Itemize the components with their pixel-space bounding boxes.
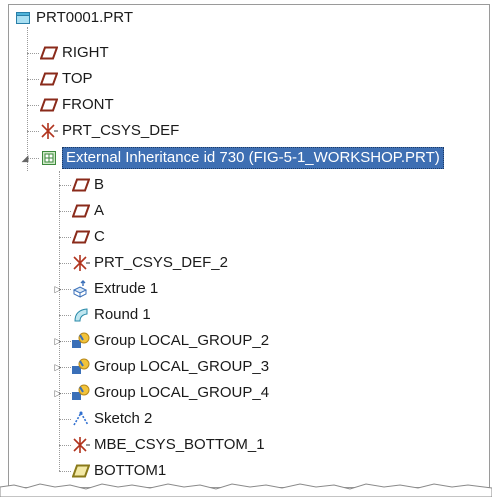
collapse-toggle[interactable]: ◢ [20, 153, 30, 163]
round-icon [71, 305, 91, 325]
tree-connector [59, 211, 71, 212]
datum-plane-icon [39, 69, 59, 89]
datum-plane-icon [71, 201, 91, 221]
tree-item-label: Extrude 1 [94, 280, 159, 297]
coordinate-system-icon [71, 253, 91, 273]
tree-item-prt-csys-def-2[interactable]: PRT_CSYS_DEF_2 [71, 250, 228, 276]
tree-connector [59, 237, 71, 238]
tree-item-group-local-group-2[interactable]: Group LOCAL_GROUP_2 [71, 328, 269, 354]
tree-item-label: A [94, 202, 105, 219]
model-tree: PRT0001.PRT RIGHT TOP FRONT PRT_CSYS_DEF… [8, 4, 490, 488]
expand-toggle[interactable]: ▷ [53, 284, 63, 294]
tree-item-label: Group LOCAL_GROUP_3 [94, 358, 270, 375]
datum-plane-icon [71, 461, 91, 481]
tree-item-group-local-group-4[interactable]: Group LOCAL_GROUP_4 [71, 380, 269, 406]
tree-item-label: PRT_CSYS_DEF_2 [94, 254, 228, 271]
tree-item-label: Group LOCAL_GROUP_2 [94, 332, 270, 349]
group-icon [71, 383, 91, 403]
tree-item-label: TOP [62, 70, 93, 87]
tree-item-label: Round 1 [94, 306, 151, 323]
tree-item-label: C [94, 228, 105, 245]
tree-item-b[interactable]: B [71, 172, 104, 198]
tree-item-label: External Inheritance id 730 (FIG-5-1_WOR… [62, 147, 444, 169]
expand-toggle[interactable]: ▷ [53, 362, 63, 372]
datum-plane-icon [71, 227, 91, 247]
tree-item-label: PRT_CSYS_DEF [62, 122, 180, 139]
tree-item-c[interactable]: C [71, 224, 105, 250]
tree-item-label: Sketch 2 [94, 410, 153, 427]
tree-item-prt-csys-def[interactable]: PRT_CSYS_DEF [39, 118, 179, 144]
tree-item-round-1[interactable]: Round 1 [71, 302, 151, 328]
tree-item-label: BOTTOM1 [94, 462, 167, 479]
part-icon [13, 8, 33, 28]
tree-item-label: B [94, 176, 105, 193]
expand-toggle[interactable]: ▷ [53, 336, 63, 346]
tree-item-label: Group LOCAL_GROUP_4 [94, 384, 270, 401]
tree-connector [59, 171, 60, 471]
tree-item-right[interactable]: RIGHT [39, 40, 109, 66]
tree-item-label: FRONT [62, 96, 114, 113]
tree-connector [27, 27, 28, 171]
tree-connector [59, 471, 71, 472]
tree-item-sketch-2[interactable]: Sketch 2 [71, 406, 152, 432]
tree-connector [59, 419, 71, 420]
tree-item-front[interactable]: FRONT [39, 92, 114, 118]
tree-item-a[interactable]: A [71, 198, 104, 224]
tree-item-label: PRT0001.PRT [36, 9, 133, 26]
tree-connector [59, 315, 71, 316]
tree-item-group-local-group-3[interactable]: Group LOCAL_GROUP_3 [71, 354, 269, 380]
tree-connector [59, 445, 71, 446]
tree-connector [59, 263, 71, 264]
tree-item-mbe-csys-bottom-1[interactable]: MBE_CSYS_BOTTOM_1 [71, 432, 265, 458]
datum-plane-icon [71, 175, 91, 195]
datum-plane-icon [39, 43, 59, 63]
extrude-icon [71, 279, 91, 299]
external-inheritance-icon [39, 148, 59, 168]
sketch-icon [71, 409, 91, 429]
datum-plane-icon [39, 95, 59, 115]
expand-toggle[interactable]: ▷ [53, 388, 63, 398]
coordinate-system-icon [71, 435, 91, 455]
group-icon [71, 331, 91, 351]
group-icon [71, 357, 91, 377]
torn-edge [0, 483, 492, 497]
tree-connector [59, 185, 71, 186]
coordinate-system-icon [39, 121, 59, 141]
tree-connector [27, 131, 39, 132]
tree-connector [27, 79, 39, 80]
tree-item-label: RIGHT [62, 44, 109, 61]
tree-root-part[interactable]: PRT0001.PRT [13, 5, 133, 31]
tree-item-label: MBE_CSYS_BOTTOM_1 [94, 436, 265, 453]
tree-connector [27, 53, 39, 54]
tree-item-external-inheritance[interactable]: External Inheritance id 730 (FIG-5-1_WOR… [39, 145, 444, 171]
tree-item-extrude-1[interactable]: Extrude 1 [71, 276, 158, 302]
tree-item-top[interactable]: TOP [39, 66, 93, 92]
tree-connector [27, 105, 39, 106]
